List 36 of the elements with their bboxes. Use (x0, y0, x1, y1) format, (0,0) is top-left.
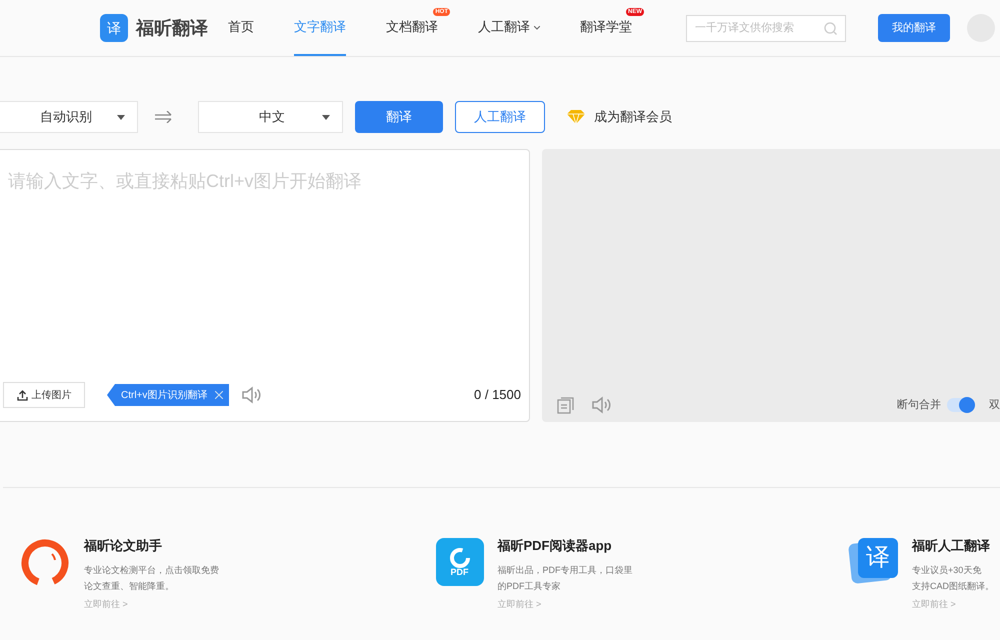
pdf-app-icon: PDF (436, 538, 484, 586)
translate-button[interactable]: 翻译 (355, 101, 443, 133)
character-counter: 0 / 1500 (474, 386, 521, 404)
merge-sentences-label: 断句合并 (897, 398, 941, 413)
nav-tab[interactable]: 人工翻译 (478, 0, 530, 56)
source-language-select[interactable]: 自动识别 (0, 101, 138, 133)
brand-name[interactable]: 福昕翻译 (136, 14, 208, 42)
product-description: 专业议员+30天免 支持CAD图纸翻译。 (912, 564, 996, 592)
caret-icon (322, 114, 330, 120)
copy-icon[interactable] (557, 396, 574, 414)
speaker-icon[interactable] (241, 386, 262, 404)
my-translations-button[interactable]: 我的翻译 (878, 14, 950, 42)
upload-image-button[interactable]: 上传图片 (3, 382, 85, 408)
search-icon[interactable] (824, 22, 837, 34)
close-icon[interactable] (215, 391, 224, 399)
search-input[interactable]: 一千万译文供你搜索 (695, 20, 824, 36)
merge-toggle[interactable] (947, 398, 975, 412)
product-description: 福昕出品，PDF专用工具，口袋里的PDF工具专家 (498, 564, 632, 592)
caret-icon (117, 114, 125, 120)
arrow-icon[interactable] (155, 111, 173, 123)
ring-logo-icon (20, 538, 70, 588)
human-translation-button[interactable]: 人工翻译 (455, 101, 545, 133)
become-member-link[interactable]: 成为翻译会员 (594, 107, 672, 127)
product-title: 福昕PDF阅读器app (498, 537, 613, 555)
product-title: 福昕论文助手 (84, 537, 163, 555)
upload-icon (16, 390, 28, 400)
search-field[interactable]: 一千万译文供你搜索 (686, 14, 846, 42)
dropdown-caret-icon[interactable] (534, 26, 540, 30)
bilingual-label: 双 (989, 398, 1000, 413)
nav-tab[interactable]: 首页 (228, 0, 254, 56)
product-description: 专业论文检测平台，点击领取免费论文查重、智能降重。 (84, 564, 219, 592)
speaker-icon[interactable] (591, 396, 611, 414)
shortcut-tip-tag: Ctrl+v图片识别翻译 (107, 384, 230, 406)
diamond-icon (567, 110, 585, 124)
target-language-select[interactable]: 中文 (198, 101, 343, 133)
product-title: 福昕人工翻译 (912, 537, 991, 555)
